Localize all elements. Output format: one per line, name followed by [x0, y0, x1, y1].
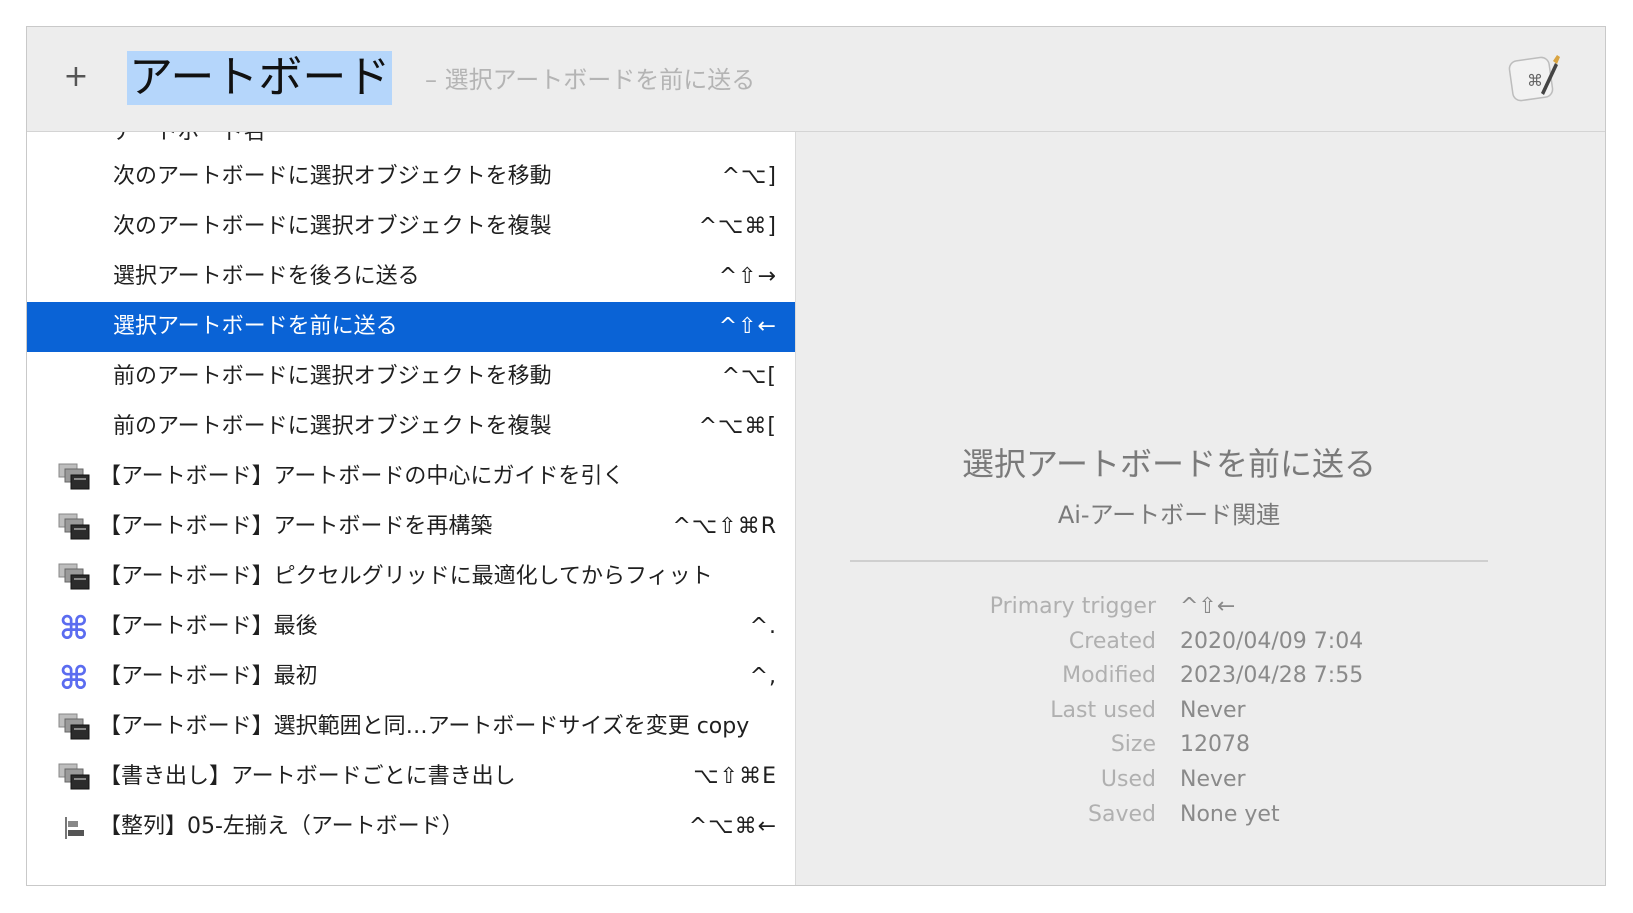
list-item[interactable]: 次のアートボードに選択オブジェクトを複製 ^⌥⌘] [27, 202, 795, 252]
meta-value: Never [1180, 767, 1246, 792]
list-item[interactable]: 【アートボード】アートボードの中心にガイドを引く [27, 452, 795, 502]
list-item[interactable]: 【書き出し】アートボードごとに書き出し ⌥⇧⌘E [27, 752, 795, 802]
list-item-shortcut: ^⇧→ [718, 264, 777, 289]
meta-key: Modified [1062, 663, 1156, 689]
svg-text:⌘: ⌘ [59, 611, 89, 643]
list-item-label: 前のアートボードに選択オブジェクトを複製 [113, 414, 552, 439]
list-item[interactable]: 【アートボード】ピクセルグリッドに最適化してからフィット [27, 552, 795, 602]
list-item[interactable]: 【アートボード】アートボードを再構築 ^⌥⇧⌘R [27, 502, 795, 552]
macro-group-icon [57, 711, 91, 743]
list-item-label: 【アートボード】ピクセルグリッドに最適化してからフィット [99, 564, 713, 589]
list-item[interactable]: ⌘ 【アートボード】最初 ^, [27, 652, 795, 702]
command-key-icon: ⌘ [57, 659, 91, 697]
list-item[interactable]: ⌘ 【アートボード】最後 ^. [27, 602, 795, 652]
list-item-shortcut: ^⌥[ [721, 364, 777, 389]
meta-row: Created 2020/04/09 7:04 [796, 625, 1542, 659]
detail-divider [850, 560, 1488, 562]
meta-key: Used [1100, 767, 1156, 792]
list-item-label: 【アートボード】選択範囲と同…アートボードサイズを変更 copy [99, 714, 750, 739]
detail-panel: 選択アートボードを前に送る Ai-アートボード関連 Primary trigge… [796, 132, 1605, 885]
macro-group-icon [57, 511, 91, 543]
meta-row: Modified 2023/04/28 7:55 [796, 659, 1542, 693]
list-item-shortcut: ^⇧← [718, 314, 777, 339]
list-item-shortcut: ^⌥⇧⌘R [672, 514, 777, 539]
search-query[interactable]: アートボード [127, 51, 393, 105]
meta-value: 2020/04/09 7:04 [1180, 628, 1364, 654]
list-item[interactable]: 【アートボード】選択範囲と同…アートボードサイズを変更 copy [27, 702, 795, 752]
keyboard-maestro-app-icon[interactable]: ⌘ [1505, 49, 1561, 105]
list-item[interactable]: 次のアートボードに選択オブジェクトを移動 ^⌥] [27, 152, 795, 202]
meta-key: Saved [1088, 801, 1156, 827]
list-item-label: 【整列】05-左揃え（アートボード） [99, 814, 464, 839]
macro-group-icon [57, 461, 91, 493]
list-item-shortcut: ^⌥⌘] [698, 214, 777, 239]
detail-group: Ai-アートボード関連 [1057, 501, 1281, 529]
svg-text:⌘: ⌘ [59, 661, 89, 693]
list-item-shortcut: ^. [749, 614, 777, 639]
meta-row: Used Never [796, 763, 1542, 797]
list-item-label: 選択アートボードを前に送る [113, 314, 398, 339]
meta-value: ^⇧← [1180, 594, 1236, 619]
list-item-label: 【アートボード】最後 [99, 614, 318, 639]
list-item-shortcut: ^⌥] [721, 164, 777, 189]
meta-row: Saved None yet [796, 798, 1542, 832]
list-item-label: 【アートボード】アートボードを再構築 [99, 514, 493, 539]
list-item[interactable]: 選択アートボードを前に送る ^⇧← [27, 302, 795, 352]
detail-title: 選択アートボードを前に送る [961, 445, 1377, 483]
list-item-shortcut: ⌥⇧⌘E [693, 764, 777, 789]
meta-row: Primary trigger ^⇧← [796, 590, 1542, 624]
macro-group-icon [57, 561, 91, 593]
meta-value: None yet [1180, 801, 1280, 827]
meta-value: Never [1180, 697, 1246, 723]
svg-text:⌘: ⌘ [1527, 71, 1543, 90]
list-item-label: 【書き出し】アートボードごとに書き出し [99, 764, 516, 789]
list-item-shortcut: ^⌥⌘← [688, 814, 777, 839]
list-item-label: 前のアートボードに選択オブジェクトを移動 [113, 364, 552, 389]
search-bar: + アートボード – 選択アートボードを前に送る ⌘ [27, 27, 1605, 132]
macro-group-icon [57, 761, 91, 793]
meta-key: Size [1110, 732, 1156, 758]
meta-key: Created [1068, 628, 1156, 654]
meta-row: Last used Never [796, 694, 1542, 728]
launcher-window: + アートボード – 選択アートボードを前に送る ⌘ アートボード名 次のアート… [26, 26, 1606, 886]
align-left-icon [57, 811, 91, 843]
macro-list[interactable]: アートボード名 次のアートボードに選択オブジェクトを移動 ^⌥] 次のアートボードに… [27, 132, 796, 885]
list-item-shortcut: ^, [749, 664, 777, 689]
meta-key: Last used [1050, 697, 1156, 723]
list-item-label: 【アートボード】アートボードの中心にガイドを引く [99, 464, 625, 489]
meta-key: Primary trigger [989, 594, 1156, 619]
list-item[interactable]: 前のアートボードに選択オブジェクトを複製 ^⌥⌘[ [27, 402, 795, 452]
command-key-icon: ⌘ [57, 609, 91, 647]
list-item[interactable]: 選択アートボードを後ろに送る ^⇧→ [27, 252, 795, 302]
list-item-shortcut: ^⌥⌘[ [698, 414, 777, 439]
list-item[interactable]: 【整列】05-左揃え（アートボード） ^⌥⌘← [27, 802, 795, 852]
meta-value: 12078 [1180, 732, 1250, 758]
meta-row: Size 12078 [796, 728, 1542, 762]
list-item-label: 選択アートボードを後ろに送る [113, 264, 420, 289]
search-hint: – 選択アートボードを前に送る [425, 66, 756, 94]
list-item[interactable]: 前のアートボードに選択オブジェクトを移動 ^⌥[ [27, 352, 795, 402]
list-item-label: 【アートボード】最初 [99, 664, 318, 689]
meta-value: 2023/04/28 7:55 [1180, 663, 1364, 689]
list-item-label: 次のアートボードに選択オブジェクトを複製 [113, 214, 552, 239]
add-button[interactable]: + [63, 57, 89, 97]
list-item-label: アートボード名 [113, 132, 266, 145]
list-item-label: 次のアートボードに選択オブジェクトを移動 [113, 164, 552, 189]
